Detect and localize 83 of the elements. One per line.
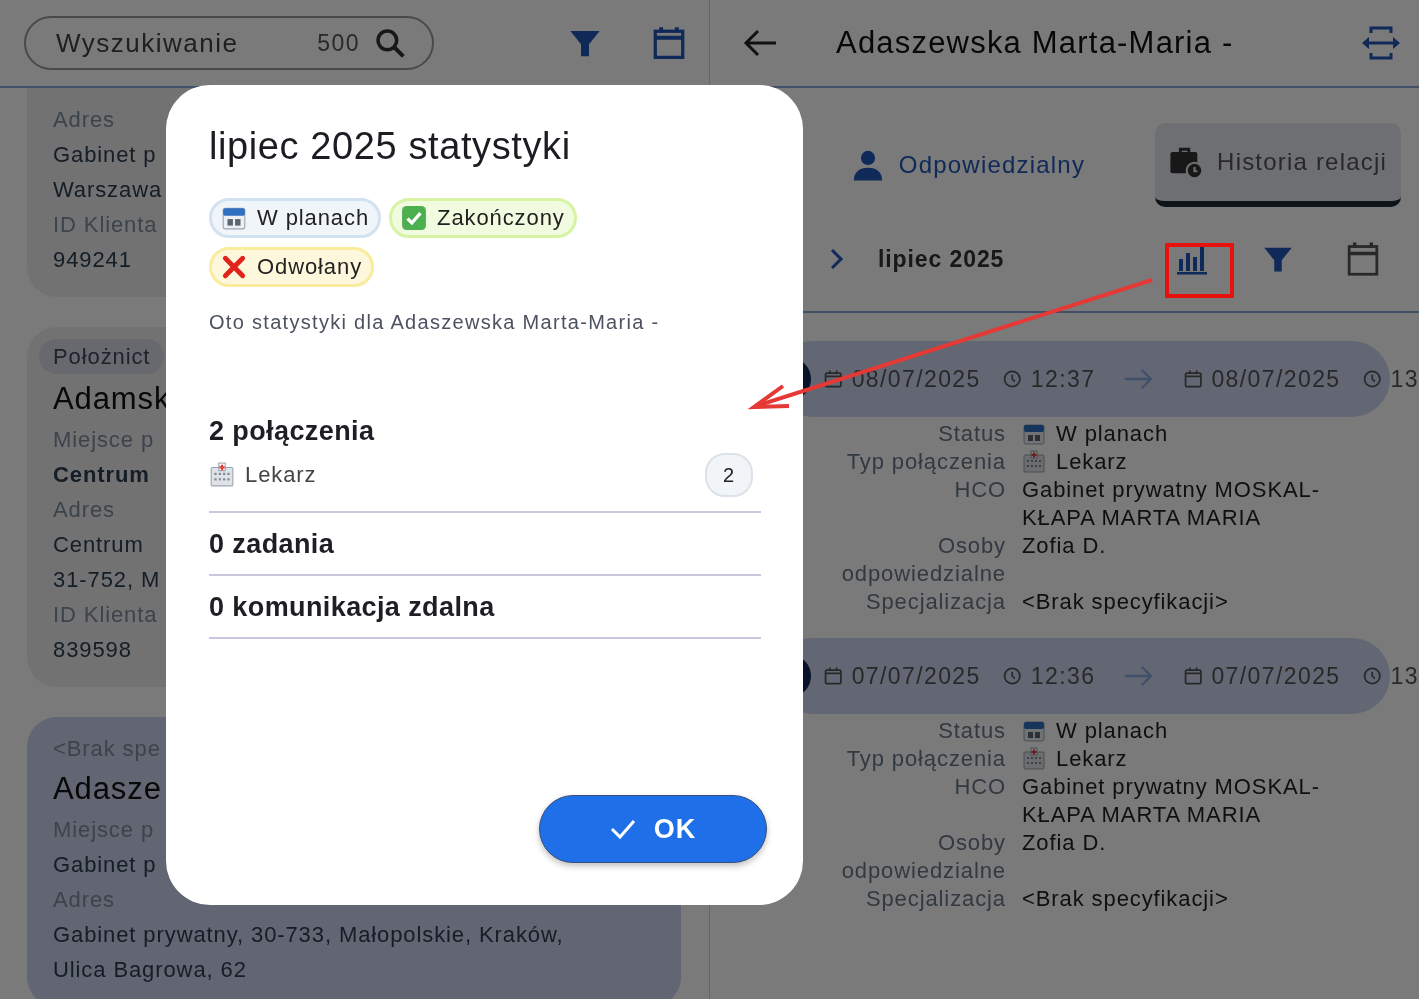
clock-icon (1002, 665, 1023, 687)
end-date: 07/07/2025 (1211, 662, 1341, 690)
field-value: W planach (1056, 420, 1169, 448)
calendar-icon (823, 368, 844, 390)
end-date: 08/07/2025 (1211, 365, 1341, 393)
section-title: 2 połączenia (209, 416, 376, 447)
calendar-icon (1022, 422, 1046, 446)
end-time: 13 (1390, 662, 1419, 690)
section-title: 0 komunikacja zdalna (209, 592, 496, 623)
start-time: 12:37 (1030, 365, 1096, 393)
section-title: 0 zadania (209, 529, 336, 560)
check-icon (401, 205, 428, 231)
field-value: Centrum (53, 461, 150, 489)
field-value: Gabinet prywatny MOSKAL-KŁAPA MARTA MARIA (1022, 476, 1321, 532)
field-value: <Brak specyfikacji> (1022, 588, 1229, 616)
check-icon (609, 818, 636, 840)
field-label: Status (937, 420, 1006, 448)
result-count: 500 (317, 29, 360, 57)
tab[interactable]: Historia relacji (1155, 123, 1401, 207)
field-value: Gabinet prywatny, 30-733, Małopolskie, Kraków, (53, 921, 564, 949)
month-label: lipiec 2025 (878, 245, 1005, 273)
cross-icon (221, 254, 247, 280)
calendar-icon (823, 665, 844, 687)
search-field[interactable]: Wyszukiwanie 500 (24, 16, 434, 70)
search-icon[interactable] (374, 26, 406, 60)
calendar-icon (221, 205, 247, 231)
chevron-right-icon[interactable] (828, 247, 846, 271)
highlight-box (1165, 243, 1234, 298)
field-value: 949241 (53, 246, 132, 274)
field-label: Typ połączenia (845, 745, 1006, 773)
calendar-icon[interactable] (653, 26, 685, 60)
clock-icon (1002, 368, 1023, 390)
client-name: Adasze (53, 770, 162, 808)
ok-button[interactable]: OK (539, 795, 767, 863)
field-value: <Brak specyfikacji> (1022, 885, 1229, 913)
field-value: Ulica Bagrowa, 62 (53, 956, 247, 984)
count-badge: 2 (705, 453, 753, 497)
field-value: 839598 (53, 636, 132, 664)
field-value: Gabinet p (53, 851, 157, 879)
dialog-title: lipiec 2025 statystyki (209, 125, 572, 168)
field-label: Osoby odpowiedzialne (840, 829, 1006, 885)
field-label: HCO (953, 476, 1006, 504)
status-label: Odwołany (257, 254, 363, 280)
clock-icon (1362, 665, 1383, 687)
field-label: HCO (953, 773, 1006, 801)
calendar-icon (1022, 719, 1046, 743)
start-time: 12:36 (1030, 662, 1096, 690)
client-name: Adamsk (53, 380, 171, 418)
back-arrow-icon[interactable] (742, 28, 778, 58)
field-value: Zofia D. (1022, 532, 1107, 560)
briefcase-clock-icon (1169, 145, 1204, 179)
search-input[interactable]: Wyszukiwanie (54, 26, 318, 60)
field-value: Zofia D. (1022, 829, 1107, 857)
field-value: Lekarz (1056, 745, 1128, 773)
field-value: 31-752, M (53, 566, 161, 594)
field-value: W planach (1056, 717, 1169, 745)
calendar-icon[interactable] (1345, 241, 1381, 277)
page-title: Adaszewska Marta-Maria - (836, 25, 1234, 61)
field-value: Lekarz (1056, 448, 1128, 476)
specialty-tag: Położnict (39, 339, 165, 374)
clock-icon (1362, 368, 1383, 390)
calendar-icon (1182, 665, 1204, 687)
hospital-icon (209, 462, 235, 488)
tab[interactable]: Odpowiedzialny (836, 123, 1100, 207)
status-label: Zakończony (437, 205, 565, 231)
item-label: Lekarz (245, 462, 317, 488)
field-value: Gabinet p (53, 141, 157, 169)
field-label: Status (937, 717, 1006, 745)
field-label: Specjalizacja (864, 588, 1006, 616)
calendar-icon (1182, 368, 1204, 390)
field-label: Osoby odpowiedzialne (840, 532, 1006, 588)
hospital-icon (1022, 747, 1046, 771)
start-date: 08/07/2025 (851, 365, 981, 393)
field-value: Warszawa (53, 176, 163, 204)
field-label: Typ połączenia (845, 448, 1006, 476)
field-value: Gabinet prywatny MOSKAL-KŁAPA MARTA MARIA (1022, 773, 1321, 829)
hospital-icon (1022, 450, 1046, 474)
field-label: Specjalizacja (864, 885, 1006, 913)
end-time: 13 (1390, 365, 1419, 393)
start-date: 07/07/2025 (851, 662, 981, 690)
field-value: Centrum (53, 531, 144, 559)
status-label: W planach (257, 205, 370, 231)
dialog-description: Oto statystyki dla Adaszewska Marta-Maria - (209, 310, 661, 335)
